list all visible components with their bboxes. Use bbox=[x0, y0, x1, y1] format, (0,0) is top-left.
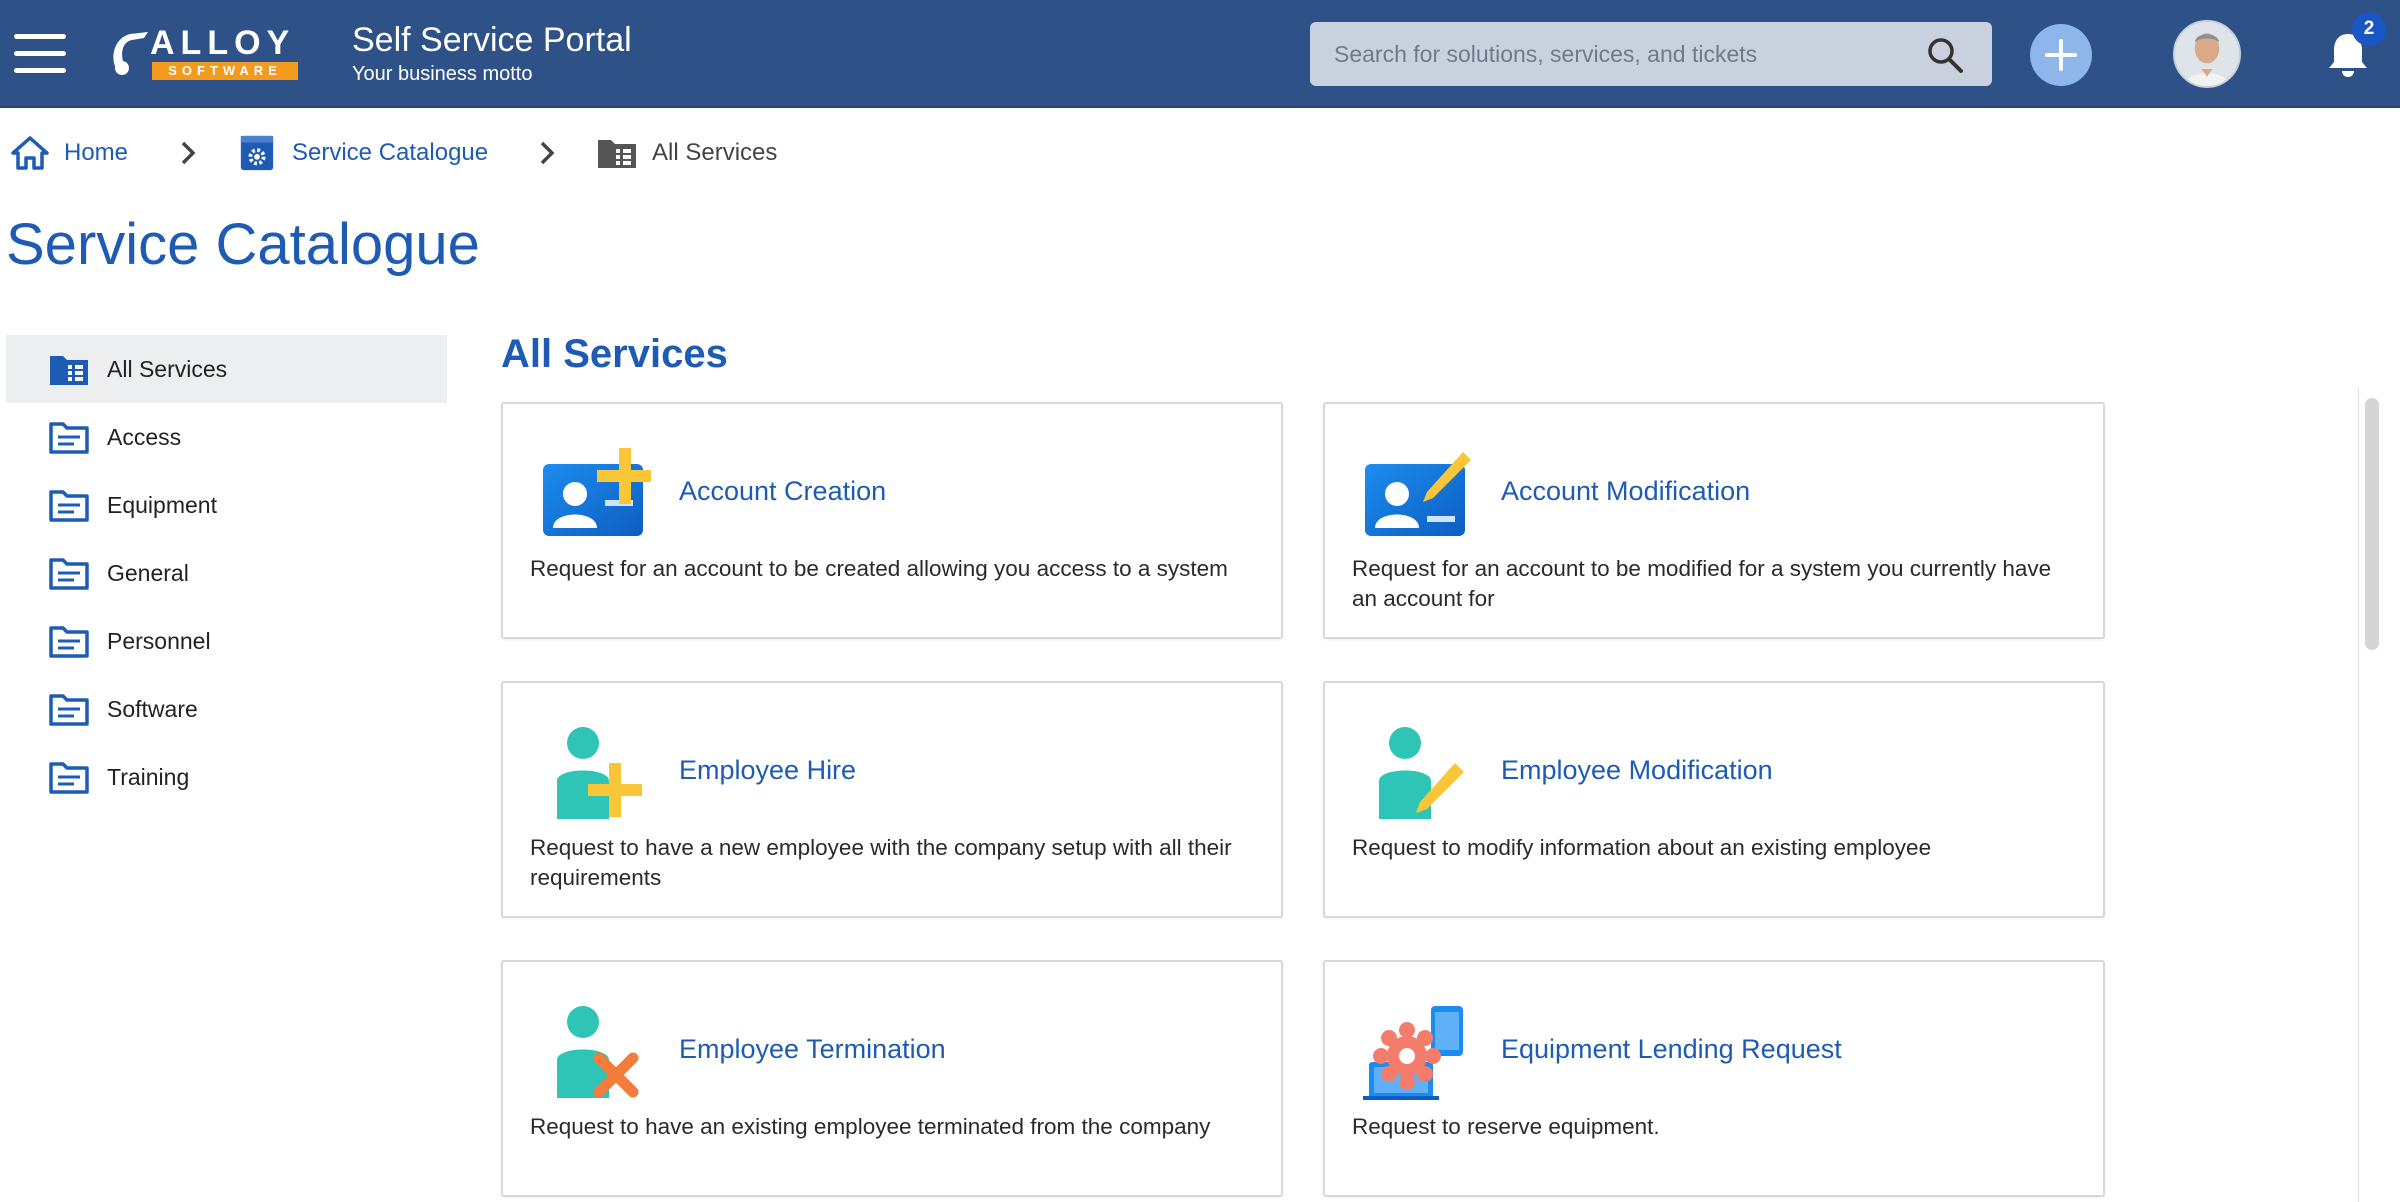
sidebar-item-label: General bbox=[107, 559, 189, 586]
sidebar-item-label: All Services bbox=[107, 355, 228, 382]
employee-modification-icon bbox=[1379, 727, 1464, 819]
notification-badge: 2 bbox=[2352, 12, 2386, 46]
card-description: Request to reserve equipment. bbox=[1352, 1114, 1660, 1139]
service-card-equipment-lending-request[interactable]: Equipment Lending Request Request to res… bbox=[1323, 960, 2105, 1197]
section-title: All Services bbox=[501, 332, 728, 376]
breadcrumb-current-label: All Services bbox=[652, 139, 778, 166]
breadcrumb-home-label[interactable]: Home bbox=[64, 139, 128, 167]
user-avatar[interactable] bbox=[2173, 20, 2241, 88]
card-description: Request for an account to be created all… bbox=[530, 556, 1228, 581]
breadcrumb-catalogue-label[interactable]: Service Catalogue bbox=[292, 139, 488, 167]
card-description: Request for an account to be modified fo… bbox=[1352, 556, 2052, 611]
folder-icon bbox=[49, 694, 89, 726]
chevron-right-icon bbox=[181, 141, 196, 165]
account-modification-icon bbox=[1365, 452, 1471, 536]
scrollbar[interactable] bbox=[2358, 388, 2384, 1202]
page-title: Service Catalogue bbox=[6, 212, 480, 277]
home-icon bbox=[11, 136, 49, 170]
service-catalogue-icon bbox=[240, 135, 274, 171]
service-card-account-creation[interactable]: Account Creation Request for an account … bbox=[501, 402, 1283, 639]
category-sidebar: All Services Access Equipment General Pe… bbox=[6, 335, 447, 811]
plus-icon bbox=[2045, 39, 2077, 71]
employee-hire-icon bbox=[557, 727, 642, 819]
sidebar-item-personnel[interactable]: Personnel bbox=[6, 607, 447, 675]
card-title[interactable]: Employee Modification bbox=[1501, 753, 1773, 787]
search-input[interactable] bbox=[1310, 22, 1910, 86]
card-description: Request to modify information about an e… bbox=[1352, 835, 1932, 860]
folder-grid-icon bbox=[598, 140, 636, 168]
search-bar bbox=[1310, 22, 1992, 86]
logo-subtext: SOFTWARE bbox=[152, 62, 298, 80]
user-photo-icon bbox=[2175, 22, 2239, 86]
service-card-account-modification[interactable]: Account Modification Request for an acco… bbox=[1323, 402, 2105, 639]
sidebar-item-label: Personnel bbox=[107, 627, 211, 654]
sidebar-item-label: Equipment bbox=[107, 491, 217, 518]
sidebar-item-label: Software bbox=[107, 695, 198, 722]
scrollbar-thumb[interactable] bbox=[2365, 398, 2379, 650]
breadcrumb: Home Service Catalogue All Services bbox=[0, 110, 1000, 196]
card-title[interactable]: Employee Termination bbox=[679, 1032, 946, 1066]
folder-icon bbox=[49, 762, 89, 794]
account-creation-icon bbox=[543, 448, 651, 536]
folder-icon bbox=[49, 422, 89, 454]
search-icon[interactable] bbox=[1926, 36, 1964, 74]
service-card-employee-modification[interactable]: Employee Modification Request to modify … bbox=[1323, 681, 2105, 918]
sidebar-item-software[interactable]: Software bbox=[6, 675, 447, 743]
card-title[interactable]: Account Creation bbox=[679, 474, 886, 508]
breadcrumb-current: All Services bbox=[596, 110, 777, 196]
sidebar-item-label: Training bbox=[107, 763, 190, 790]
sidebar-item-all-services[interactable]: All Services bbox=[6, 335, 447, 403]
folder-icon bbox=[49, 626, 89, 658]
logo-mark-icon bbox=[113, 32, 148, 75]
card-title[interactable]: Account Modification bbox=[1501, 474, 1750, 508]
sidebar-item-general[interactable]: General bbox=[6, 539, 447, 607]
top-header: ALLOY SOFTWARE Self Service Portal Your … bbox=[0, 0, 2400, 108]
sidebar-item-equipment[interactable]: Equipment bbox=[6, 471, 447, 539]
sidebar-item-training[interactable]: Training bbox=[6, 743, 447, 811]
menu-icon[interactable] bbox=[14, 34, 66, 74]
card-description: Request to have an existing employee ter… bbox=[530, 1114, 1211, 1139]
folder-icon bbox=[49, 558, 89, 590]
add-button[interactable] bbox=[2030, 24, 2092, 86]
folder-grid-icon bbox=[50, 356, 88, 385]
equipment-lending-icon bbox=[1363, 1006, 1463, 1100]
breadcrumb-catalogue[interactable]: Service Catalogue bbox=[238, 110, 488, 196]
sidebar-item-label: Access bbox=[107, 423, 182, 450]
card-description: Request to have a new employee with the … bbox=[530, 835, 1232, 890]
service-card-employee-hire[interactable]: Employee Hire Request to have a new empl… bbox=[501, 681, 1283, 918]
chevron-right-icon bbox=[540, 141, 555, 165]
card-title[interactable]: Employee Hire bbox=[679, 753, 856, 787]
portal-motto: Your business motto bbox=[352, 63, 533, 85]
portal-title: Self Service Portal bbox=[352, 21, 632, 59]
breadcrumb-home[interactable]: Home bbox=[10, 110, 128, 196]
sidebar-item-access[interactable]: Access bbox=[6, 403, 447, 471]
folder-icon bbox=[49, 490, 89, 522]
employee-termination-icon bbox=[557, 1006, 639, 1098]
alloy-logo[interactable]: ALLOY SOFTWARE bbox=[108, 24, 300, 84]
logo-word: ALLOY bbox=[150, 24, 296, 62]
service-card-employee-termination[interactable]: Employee Termination Request to have an … bbox=[501, 960, 1283, 1197]
card-title[interactable]: Equipment Lending Request bbox=[1501, 1032, 1842, 1066]
